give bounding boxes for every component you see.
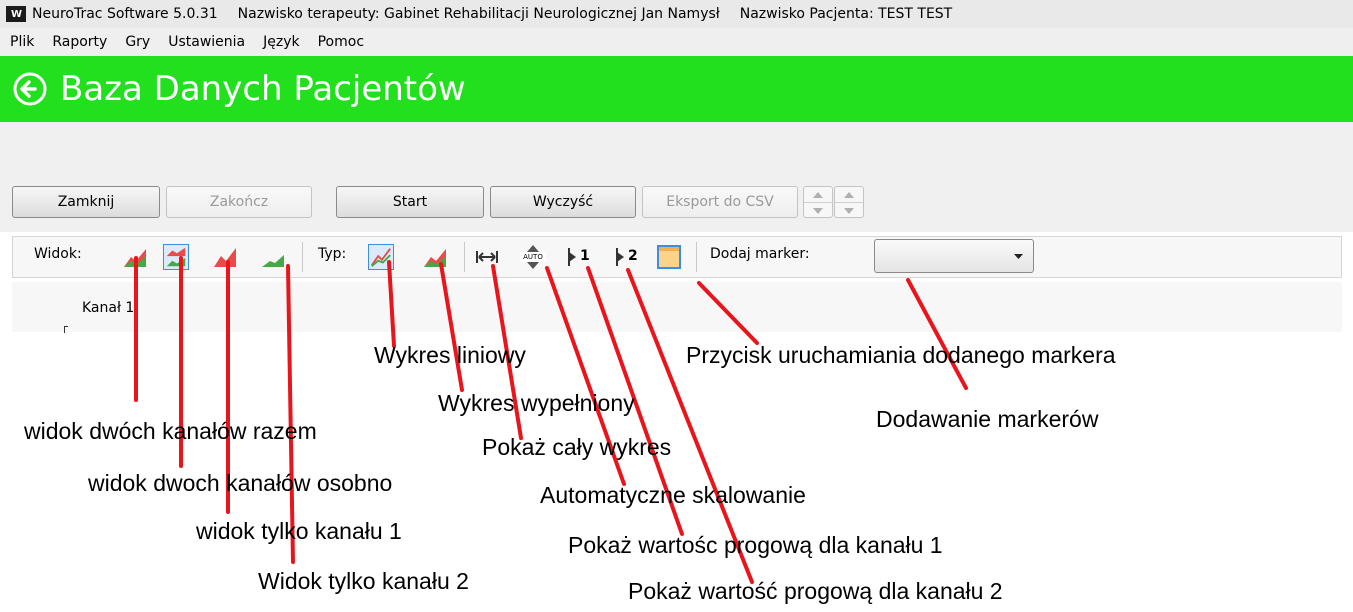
annotation-only-ch2: Widok tylko kanału 2 (258, 568, 469, 594)
view-channel-1-icon[interactable] (212, 244, 238, 270)
menu-raporty[interactable]: Raporty (43, 34, 116, 50)
chart-area (12, 282, 1342, 332)
menu-pomoc[interactable]: Pomoc (309, 34, 373, 50)
auto-scale-icon[interactable]: AUTO (520, 244, 546, 270)
filled-chart-icon[interactable] (422, 244, 448, 270)
view-both-together-icon[interactable] (122, 244, 148, 270)
annotation-add-markers: Dodawanie markerów (876, 406, 1099, 432)
spin-up-icon (813, 191, 823, 198)
app-title: NeuroTrac Software 5.0.31 (32, 6, 218, 22)
threshold-marker-icon (616, 248, 624, 266)
menu-jezyk[interactable]: Język (254, 34, 308, 50)
threshold-marker-icon (568, 248, 576, 266)
threshold-ch2-button[interactable]: 2 (614, 244, 646, 270)
annotation-filled-chart: Wykres wypełniony (438, 390, 635, 416)
view-channel-2-icon[interactable] (260, 244, 286, 270)
window-titlebar: W NeuroTrac Software 5.0.31 Nazwisko ter… (0, 0, 1353, 28)
clear-button[interactable]: Wyczyść (490, 186, 636, 218)
spinner-1[interactable] (803, 186, 833, 218)
chevron-down-icon (1014, 254, 1023, 259)
type-label: Typ: (318, 246, 347, 262)
show-whole-chart-icon[interactable] (474, 244, 500, 270)
annotation-line-chart: Wykres liniowy (374, 342, 526, 368)
annotation-auto-scale: Automatyczne skalowanie (540, 482, 806, 508)
threshold-ch1-button[interactable]: 1 (566, 244, 598, 270)
menu-bar: Plik Raporty Gry Ustawienia Język Pomoc (0, 28, 1353, 56)
close-button[interactable]: Zamknij (12, 186, 160, 218)
annotation-only-ch1: widok tylko kanału 1 (196, 518, 402, 544)
menu-ustawienia[interactable]: Ustawienia (159, 34, 254, 50)
run-marker-icon[interactable] (656, 244, 682, 270)
view-both-separate-icon[interactable] (163, 244, 189, 270)
back-arrow-icon[interactable] (12, 71, 48, 107)
page-title: Baza Danych Pacjentów (60, 69, 466, 109)
therapist-name: Nazwisko terapeuty: Gabinet Rehabilitacj… (237, 6, 720, 22)
annotation-threshold-ch1: Pokaż wartośc progową dla kanału 1 (568, 532, 943, 558)
annotation-threshold-ch2: Pokaż wartość progową dla kanału 2 (628, 578, 1003, 604)
app-logo-icon: W (6, 6, 26, 22)
spin-down-icon (844, 207, 854, 214)
threshold-ch1-number: 1 (580, 248, 590, 264)
toolbar-separator (464, 242, 465, 272)
export-csv-button[interactable]: Eksport do CSV (642, 186, 798, 218)
annotation-both-separate: widok dwoch kanałów osobno (88, 470, 393, 496)
annotation-marker-button: Przycisk uruchamiania dodanego markera (686, 342, 1116, 368)
threshold-ch2-number: 2 (628, 248, 638, 264)
toolbar-separator (696, 242, 697, 272)
channel-label: Kanał 1 (82, 300, 135, 316)
view-label: Widok: (34, 246, 82, 262)
start-button[interactable]: Start (336, 186, 484, 218)
menu-gry[interactable]: Gry (116, 34, 159, 50)
auto-label: AUTO (520, 252, 546, 262)
line-chart-icon[interactable] (368, 244, 394, 270)
page-header: Baza Danych Pacjentów (0, 56, 1353, 122)
spinner-2[interactable] (834, 186, 864, 218)
menu-plik[interactable]: Plik (0, 34, 43, 50)
spin-down-icon (813, 207, 823, 214)
annotation-show-all: Pokaż cały wykres (482, 434, 672, 460)
annotation-both-together: widok dwóch kanałów razem (24, 418, 317, 444)
patient-name: Nazwisko Pacjenta: TEST TEST (739, 6, 953, 22)
add-marker-label: Dodaj marker: (710, 246, 810, 262)
spin-up-icon (844, 191, 854, 198)
axis-tick (64, 326, 68, 333)
toolbar-separator (302, 242, 303, 272)
finish-button[interactable]: Zakończ (166, 186, 312, 218)
marker-select[interactable] (874, 239, 1034, 273)
